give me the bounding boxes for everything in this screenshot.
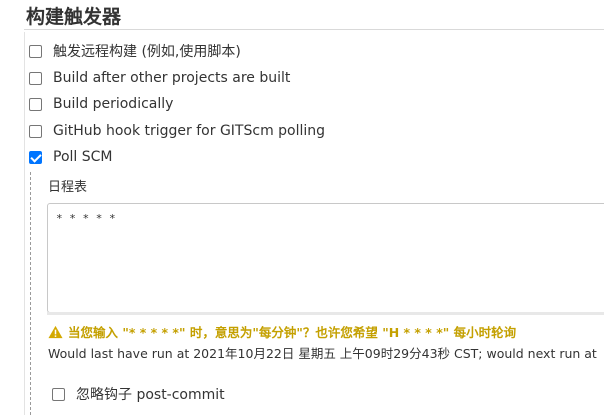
trigger-github-hook-label[interactable]: GitHub hook trigger for GITScm polling (53, 123, 325, 139)
schedule-info: Would last have run at 2021年10月22日 星期五 上… (48, 346, 597, 361)
trigger-build-periodically-label[interactable]: Build periodically (53, 96, 173, 112)
trigger-build-after-other[interactable]: Build after other projects are built (29, 68, 290, 88)
section-title: 构建触发器 (26, 6, 122, 28)
trigger-poll-scm[interactable]: Poll SCM (29, 147, 112, 167)
trigger-github-hook-checkbox[interactable] (29, 124, 42, 138)
trigger-build-after-other-checkbox[interactable] (29, 71, 42, 85)
trigger-remote-build[interactable]: 触发远程构建 (例如,使用脚本) (29, 41, 241, 61)
schedule-warning: 当您输入 "* * * * *" 时，意思为"每分钟"？也许您希望 "H * *… (48, 322, 516, 341)
trigger-build-periodically-checkbox[interactable] (29, 97, 42, 111)
warning-icon (48, 325, 63, 338)
section-left-border (24, 32, 25, 415)
trigger-build-periodically[interactable]: Build periodically (29, 94, 173, 114)
trigger-poll-scm-label[interactable]: Poll SCM (53, 149, 112, 165)
schedule-textarea[interactable]: * * * * * (47, 203, 604, 313)
trigger-poll-scm-checkbox[interactable] (29, 150, 42, 164)
section-divider (24, 29, 604, 30)
trigger-remote-build-checkbox[interactable] (29, 44, 42, 58)
ignore-post-commit-checkbox[interactable] (52, 387, 65, 401)
trigger-remote-build-label[interactable]: 触发远程构建 (例如,使用脚本) (53, 41, 241, 61)
trigger-github-hook[interactable]: GitHub hook trigger for GITScm polling (29, 121, 325, 141)
ignore-post-commit-label[interactable]: 忽略钩子 post-commit (76, 384, 225, 404)
ignore-post-commit[interactable]: 忽略钩子 post-commit (52, 384, 225, 404)
warning-text: 当您输入 "* * * * *" 时，意思为"每分钟"？也许您希望 "H * *… (68, 325, 517, 340)
schedule-label: 日程表 (48, 180, 88, 195)
poll-scm-nested-border (30, 172, 31, 415)
trigger-build-after-other-label[interactable]: Build after other projects are built (53, 70, 290, 86)
textarea-resize-edge (47, 312, 604, 315)
